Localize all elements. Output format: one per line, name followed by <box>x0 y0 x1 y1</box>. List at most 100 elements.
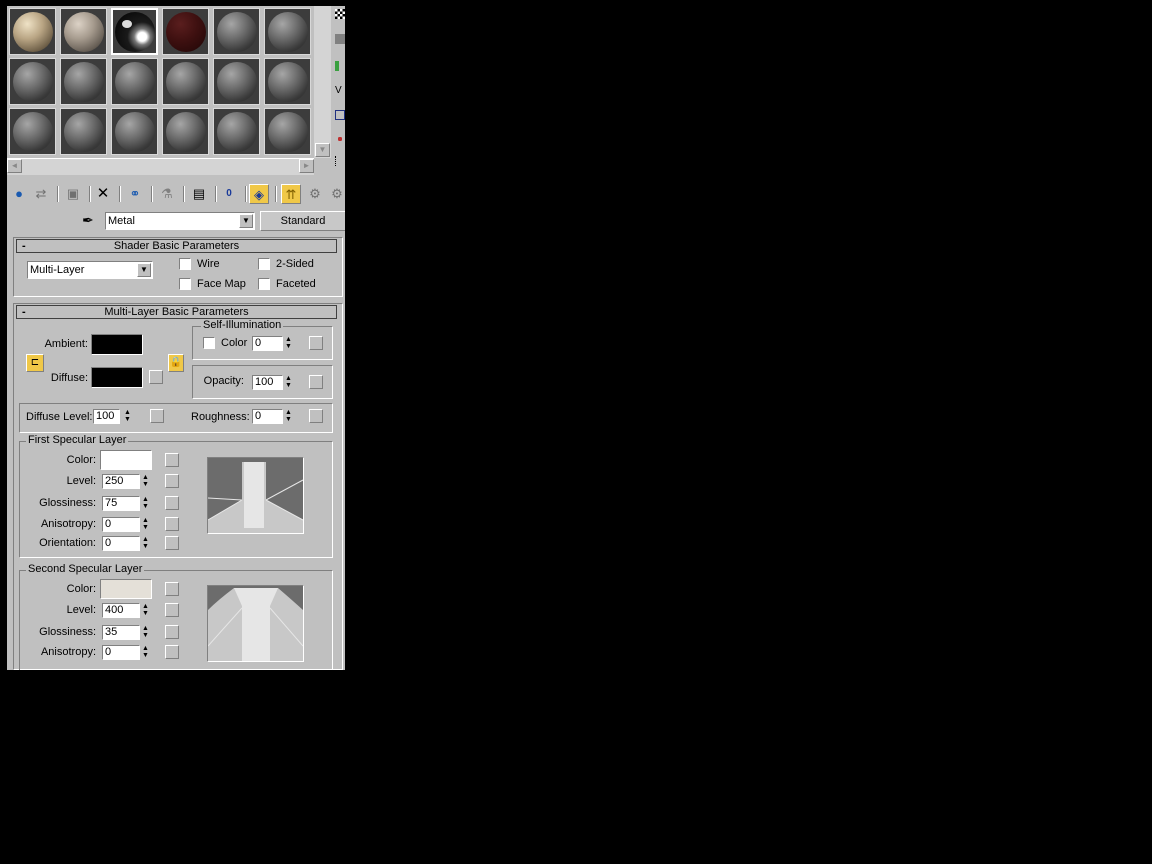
material-slot[interactable] <box>9 8 56 55</box>
make-unique-icon[interactable]: ⚭ <box>125 184 145 204</box>
second-spec-glossiness-field[interactable]: 35 <box>102 625 140 640</box>
lock-diffuse-map-icon[interactable]: 🔒 <box>168 354 184 372</box>
pick-material-eyedropper-icon[interactable]: ✒ <box>82 212 94 229</box>
material-slot[interactable] <box>111 108 158 155</box>
material-type-button[interactable]: Standard <box>260 211 345 231</box>
two-sided-checkbox[interactable] <box>258 258 270 270</box>
diffuse-level-map-button[interactable] <box>150 409 164 423</box>
second-spec-level-map-button[interactable] <box>165 603 179 617</box>
second-spec-color-map-button[interactable] <box>165 582 179 596</box>
material-slot[interactable] <box>9 58 56 105</box>
first-spec-glossiness-spinner[interactable]: ▲ ▼ <box>141 496 150 511</box>
self-illum-spinner[interactable]: ▲ ▼ <box>284 336 293 351</box>
second-spec-level-field[interactable]: 400 <box>102 603 140 618</box>
sibling-more-icon[interactable]: ⚙ <box>327 184 345 204</box>
material-slot[interactable] <box>213 108 260 155</box>
first-spec-color-swatch[interactable] <box>100 450 152 470</box>
material-slot[interactable] <box>162 8 209 55</box>
first-spec-level-spinner[interactable]: ▲ ▼ <box>141 474 150 489</box>
self-illum-value-field[interactable]: 0 <box>252 336 283 351</box>
second-spec-level-spinner[interactable]: ▲ ▼ <box>141 603 150 618</box>
first-spec-glossiness-field[interactable]: 75 <box>102 496 140 511</box>
material-slot[interactable] <box>60 108 107 155</box>
material-slot[interactable] <box>264 8 311 55</box>
second-spec-glossiness-label: Glossiness: <box>39 626 96 638</box>
material-slot[interactable] <box>264 108 311 155</box>
go-forward-to-sibling-icon[interactable]: ⚙ <box>305 184 325 204</box>
material-slot[interactable] <box>264 58 311 105</box>
multilayer-basic-header[interactable]: - Multi-Layer Basic Parameters <box>16 305 337 319</box>
video-color-check-icon[interactable]: V <box>335 86 345 96</box>
lock-ambient-diffuse-icon[interactable]: ⊏ <box>26 354 44 372</box>
scroll-left-button[interactable]: ◄ <box>7 159 22 173</box>
put-to-library-icon[interactable]: ⚗ <box>157 184 177 204</box>
make-preview-icon[interactable] <box>335 110 345 120</box>
backlight-icon[interactable] <box>335 61 339 71</box>
chevron-down-icon[interactable]: ▼ <box>239 214 253 228</box>
material-name-field[interactable]: Metal ▼ <box>105 212 255 230</box>
second-spec-color-swatch[interactable] <box>100 579 152 599</box>
first-spec-color-map-button[interactable] <box>165 453 179 467</box>
opacity-map-button[interactable] <box>309 375 323 389</box>
background-checker-icon[interactable] <box>335 9 345 19</box>
roughness-spinner[interactable]: ▲ ▼ <box>284 409 293 424</box>
diffuse-level-spinner[interactable]: ▲ ▼ <box>123 409 132 424</box>
self-illum-color-checkbox[interactable] <box>203 337 215 349</box>
first-spec-glossiness-map-button[interactable] <box>165 496 179 510</box>
self-illum-map-button[interactable] <box>309 336 323 350</box>
scroll-down-button[interactable]: ▼ <box>315 143 330 157</box>
scroll-right-button[interactable]: ► <box>299 159 314 173</box>
sample-type-icon[interactable] <box>335 34 345 44</box>
show-end-result-icon[interactable]: ◈ <box>249 184 269 204</box>
shader-basic-header[interactable]: - Shader Basic Parameters <box>16 239 337 253</box>
roughness-map-button[interactable] <box>309 409 323 423</box>
shader-type-dropdown[interactable]: Multi-Layer ▼ <box>27 261 153 279</box>
first-spec-orientation-field[interactable]: 0 <box>102 536 140 551</box>
go-to-parent-icon[interactable]: ⇈ <box>281 184 301 204</box>
first-spec-orientation-spinner[interactable]: ▲ ▼ <box>141 536 150 551</box>
slots-horizontal-scrollbar[interactable]: ◄ ► <box>7 158 314 175</box>
material-slot[interactable] <box>60 8 107 55</box>
material-slot[interactable] <box>111 58 158 105</box>
material-slot[interactable] <box>60 58 107 105</box>
first-spec-anisotropy-spinner[interactable]: ▲ ▼ <box>141 517 150 532</box>
second-spec-anisotropy-field[interactable]: 0 <box>102 645 140 660</box>
second-spec-glossiness-spinner[interactable]: ▲ ▼ <box>141 625 150 640</box>
first-spec-anisotropy-field[interactable]: 0 <box>102 517 140 532</box>
wire-checkbox[interactable] <box>179 258 191 270</box>
first-spec-orientation-map-button[interactable] <box>165 536 179 550</box>
reset-map-icon[interactable]: ✕ <box>93 184 113 204</box>
material-slot[interactable] <box>162 58 209 105</box>
ambient-color-swatch[interactable] <box>91 334 143 355</box>
get-material-icon[interactable]: ● <box>9 184 29 204</box>
faceted-checkbox[interactable] <box>258 278 270 290</box>
opacity-field[interactable]: 100 <box>252 375 283 390</box>
chevron-down-icon[interactable]: ▼ <box>137 263 151 277</box>
material-name-value: Metal <box>108 215 135 227</box>
second-spec-anisotropy-map-button[interactable] <box>165 645 179 659</box>
diffuse-color-swatch[interactable] <box>91 367 143 388</box>
opacity-spinner[interactable]: ▲ ▼ <box>284 375 293 390</box>
show-map-in-viewport-icon[interactable]: 0 <box>219 184 239 204</box>
options-icon[interactable] <box>335 134 345 144</box>
diffuse-map-button[interactable] <box>149 370 163 384</box>
material-slot[interactable] <box>9 108 56 155</box>
material-slot[interactable] <box>111 8 158 55</box>
select-by-material-icon[interactable] <box>335 156 345 166</box>
diffuse-level-field[interactable]: 100 <box>93 409 120 424</box>
face-map-checkbox[interactable] <box>179 278 191 290</box>
material-slot[interactable] <box>162 108 209 155</box>
shader-type-value: Multi-Layer <box>30 264 85 276</box>
material-slot[interactable] <box>213 8 260 55</box>
second-spec-anisotropy-spinner[interactable]: ▲ ▼ <box>141 645 150 660</box>
material-slot[interactable] <box>213 58 260 105</box>
first-spec-level-map-button[interactable] <box>165 474 179 488</box>
roughness-field[interactable]: 0 <box>252 409 283 424</box>
put-to-scene-icon[interactable]: ⇄ <box>31 184 51 204</box>
assign-to-selection-icon[interactable]: ▣ <box>63 184 83 204</box>
material-effects-channel-icon[interactable]: ▤ <box>189 184 209 204</box>
second-spec-glossiness-map-button[interactable] <box>165 625 179 639</box>
first-spec-anisotropy-map-button[interactable] <box>165 517 179 531</box>
slots-vertical-scrollbar[interactable]: ▼ <box>314 6 331 158</box>
first-spec-level-field[interactable]: 250 <box>102 474 140 489</box>
